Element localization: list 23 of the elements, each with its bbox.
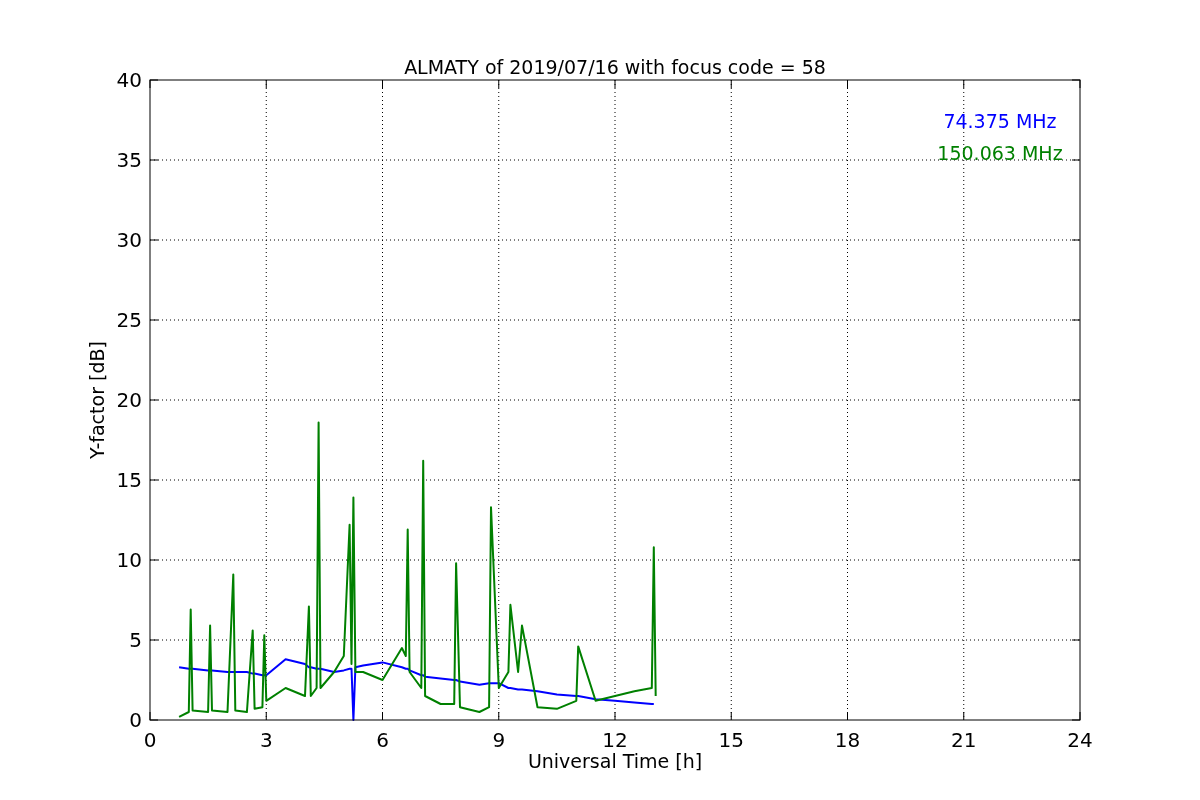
- y-tick-label: 0: [129, 708, 142, 732]
- x-tick-label: 6: [376, 728, 389, 752]
- x-tick-label: 9: [492, 728, 506, 752]
- y-tick-label: 15: [116, 468, 142, 492]
- legend-label: 150.063 MHz: [937, 142, 1063, 164]
- y-tick-label: 5: [129, 628, 142, 652]
- y-tick-label: 35: [116, 148, 142, 172]
- y-tick-label: 30: [116, 228, 142, 252]
- x-tick-label: 21: [951, 728, 977, 752]
- x-axis-label: Universal Time [h]: [527, 750, 703, 772]
- y-axis-label: Y-factor [dB]: [86, 341, 108, 459]
- x-tick-label: 12: [602, 728, 628, 752]
- x-tick-label: 15: [718, 728, 744, 752]
- y-tick-label: 40: [116, 68, 142, 92]
- y-tick-label: 10: [116, 548, 142, 572]
- y-tick-label: 25: [116, 308, 142, 332]
- x-tick-label: 3: [259, 728, 273, 752]
- x-tick-label: 18: [834, 728, 861, 752]
- y-tick-label: 20: [116, 388, 142, 412]
- legend-label: 74.375 MHz: [943, 110, 1057, 132]
- chart-title: ALMATY of 2019/07/16 with focus code = 58: [404, 56, 826, 78]
- x-tick-label: 0: [143, 728, 157, 752]
- x-tick-label: 24: [1067, 728, 1093, 752]
